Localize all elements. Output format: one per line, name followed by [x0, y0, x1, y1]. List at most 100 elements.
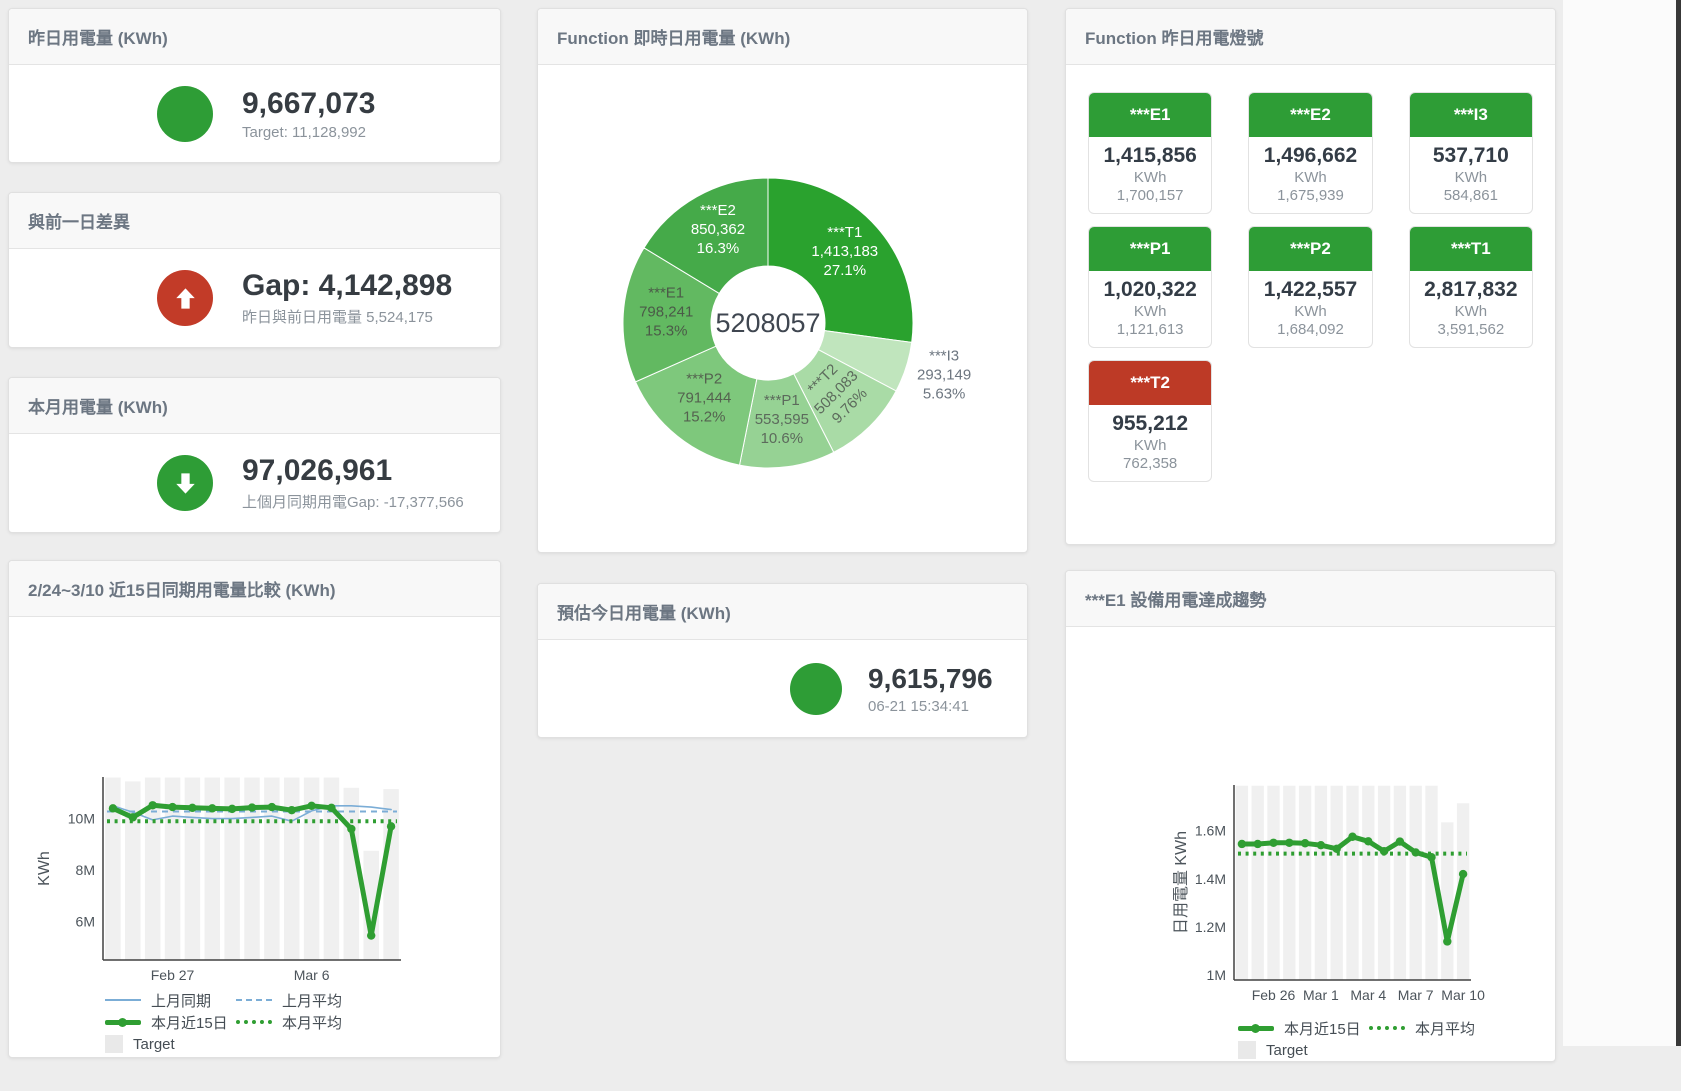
data-point [307, 802, 315, 810]
card-e1-trend-chart: ***E1 設備用電達成趨勢 1M1.2M1.4M1.6MFeb 26Mar 1… [1065, 570, 1556, 1062]
energy-dashboard: 昨日用電量 (KWh) 9,667,073 Target: 11,128,992… [0, 0, 1681, 1091]
light-tile-value: 1,496,662 [1249, 144, 1371, 168]
legend-item[interactable]: Target [1238, 1041, 1369, 1059]
light-tile-unit: KWh [1410, 303, 1532, 320]
light-tile-value: 2,817,832 [1410, 278, 1532, 302]
legend-item[interactable]: 本月平均 [236, 1012, 342, 1033]
light-tile-body: 2,817,832KWh3,591,562 [1410, 271, 1532, 347]
light-tile-value: 537,710 [1410, 144, 1532, 168]
data-point [1269, 839, 1277, 847]
x-tick-label: Mar 7 [1398, 987, 1434, 1003]
light-tile-value: 955,212 [1089, 412, 1211, 436]
lights-grid: ***E11,415,856KWh1,700,157***E21,496,662… [1066, 65, 1555, 482]
y-tick-label: 1.4M [1195, 871, 1226, 887]
target-bar [1410, 786, 1422, 980]
card-title: Function 即時日用電量 (KWh) [538, 9, 1027, 65]
card-title: 預估今日用電量 (KWh) [538, 584, 1027, 640]
legend-item[interactable]: 上月同期 [105, 990, 236, 1011]
card-title: 2/24~3/10 近15日同期用電量比較 (KWh) [9, 561, 500, 617]
legend-item[interactable]: 上月平均 [236, 990, 342, 1011]
light-tile-value: 1,020,322 [1089, 278, 1211, 302]
light-tile-unit: KWh [1249, 169, 1371, 186]
stat-text: Gap: 4,142,898 昨日與前日用電量 5,524,175 [242, 269, 452, 327]
x-tick-label: Feb 26 [1252, 987, 1296, 1003]
data-point [1238, 840, 1246, 848]
y-axis-title: 日用電量 KWh [1173, 831, 1190, 934]
light-tile-target: 1,121,613 [1089, 321, 1211, 338]
card-title: ***E1 設備用電達成趨勢 [1066, 571, 1555, 627]
data-point [288, 806, 296, 814]
light-tile-header: ***I3 [1410, 93, 1532, 137]
light-tile-target: 584,861 [1410, 187, 1532, 204]
data-point [327, 804, 335, 812]
light-tile[interactable]: ***T12,817,832KWh3,591,562 [1409, 226, 1533, 348]
y-tick-label: 1.6M [1195, 823, 1226, 839]
y-tick-label: 10M [68, 811, 95, 827]
card-title-text: ***E1 設備用電達成趨勢 [1085, 586, 1266, 611]
status-circle-icon [790, 663, 842, 715]
target-bar [1346, 786, 1358, 980]
data-point [268, 803, 276, 811]
card-title: 與前一日差異 [9, 193, 500, 249]
data-point [148, 801, 156, 809]
data-point [228, 805, 236, 813]
legend-item[interactable]: 本月平均 [1369, 1018, 1475, 1039]
stat-text: 97,026,961 上個月同期用電Gap: -17,377,566 [242, 454, 464, 512]
stat-subtext: 上個月同期用電Gap: -17,377,566 [242, 491, 464, 512]
light-tile[interactable]: ***E21,496,662KWh1,675,939 [1248, 92, 1372, 214]
light-tile-header: ***E1 [1089, 93, 1211, 137]
legend-label: 本月平均 [282, 1012, 342, 1033]
data-point [248, 803, 256, 811]
stat-value: 97,026,961 [242, 454, 464, 488]
legend-swatch-line [236, 1020, 272, 1024]
data-point [1459, 870, 1467, 878]
legend-swatch-line [236, 999, 272, 1001]
arrow-up-circle-icon [157, 270, 213, 326]
target-bar [1362, 786, 1374, 980]
light-tile-value: 1,415,856 [1089, 144, 1211, 168]
light-tile-target: 1,684,092 [1249, 321, 1371, 338]
legend-item[interactable]: Target [105, 1035, 236, 1053]
legend-swatch-line [1369, 1026, 1405, 1030]
light-tile[interactable]: ***E11,415,856KWh1,700,157 [1088, 92, 1212, 214]
light-tile-body: 1,020,322KWh1,121,613 [1089, 271, 1211, 347]
card-title: Function 昨日用電燈號 [1066, 9, 1555, 65]
stat-value: Gap: 4,142,898 [242, 269, 452, 303]
target-bar [125, 781, 140, 960]
status-circle-icon [157, 86, 213, 142]
x-tick-label: Mar 4 [1350, 987, 1386, 1003]
target-bar [1299, 786, 1311, 980]
data-point [1427, 853, 1435, 861]
chart-legend: 上月同期上月平均本月近15日 本月平均 Target [105, 989, 342, 1055]
card-title-text: 2/24~3/10 近15日同期用電量比較 (KWh) [28, 576, 336, 601]
target-bar [284, 778, 299, 960]
y-tick-label: 6M [76, 913, 95, 929]
light-tile[interactable]: ***T2955,212KWh762,358 [1088, 360, 1212, 482]
data-point [1380, 847, 1388, 855]
target-bar [344, 788, 359, 960]
card-title-text: 昨日用電量 (KWh) [28, 24, 168, 49]
arrow-down-circle-icon [157, 455, 213, 511]
legend-label: 本月近15日 [151, 1012, 228, 1033]
scrollbar[interactable] [1676, 0, 1681, 1046]
card-yesterday-lights: Function 昨日用電燈號 ***E11,415,856KWh1,700,1… [1065, 8, 1556, 545]
legend-item[interactable]: 本月近15日 [1238, 1018, 1369, 1039]
e1-trend-line-chart: 1M1.2M1.4M1.6MFeb 26Mar 1Mar 4Mar 7Mar 1… [1066, 627, 1555, 1063]
light-tile-header: ***E2 [1249, 93, 1371, 137]
light-tile[interactable]: ***I3537,710KWh584,861 [1409, 92, 1533, 214]
light-tile[interactable]: ***P21,422,557KWh1,684,092 [1248, 226, 1372, 348]
stat-subtext: 昨日與前日用電量 5,524,175 [242, 306, 452, 327]
data-point [1412, 848, 1420, 856]
light-tile-unit: KWh [1249, 303, 1371, 320]
legend-swatch-line [105, 999, 141, 1001]
target-bar [1283, 786, 1295, 980]
data-point [1301, 839, 1309, 847]
card-month-usage: 本月用電量 (KWh) 97,026,961 上個月同期用電Gap: -17,3… [8, 377, 501, 533]
target-bar [1315, 786, 1327, 980]
card-title: 本月用電量 (KWh) [9, 378, 500, 434]
legend-item[interactable]: 本月近15日 [105, 1012, 236, 1033]
light-tile[interactable]: ***P11,020,322KWh1,121,613 [1088, 226, 1212, 348]
card-realtime-donut: Function 即時日用電量 (KWh) ***T11,413,18327.1… [537, 8, 1028, 553]
legend-label: Target [1266, 1042, 1308, 1059]
card-today-estimate: 預估今日用電量 (KWh) 9,615,796 06-21 15:34:41 [537, 583, 1028, 738]
